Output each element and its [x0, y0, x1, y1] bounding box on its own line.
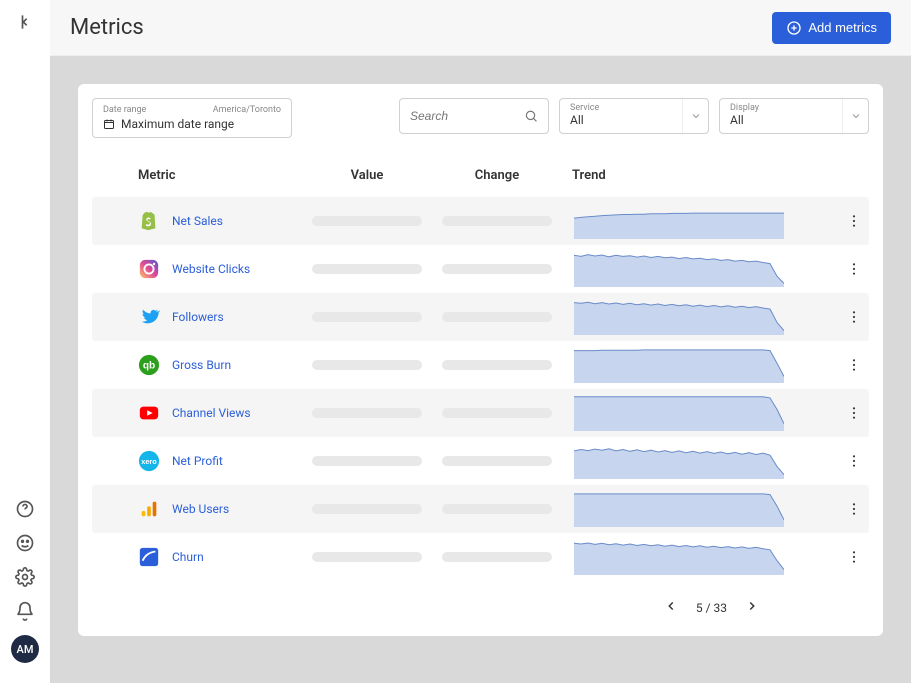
col-change: Change — [432, 168, 562, 183]
change-placeholder — [442, 408, 552, 418]
search-input[interactable] — [410, 109, 524, 123]
ga-icon — [138, 498, 160, 520]
change-placeholder — [442, 216, 552, 226]
metric-link[interactable]: Website Clicks — [172, 262, 250, 276]
change-placeholder — [442, 312, 552, 322]
page-title: Metrics — [70, 15, 144, 40]
value-placeholder — [312, 360, 422, 370]
avatar[interactable]: AM — [11, 635, 39, 663]
trend-sparkline — [574, 203, 784, 239]
row-actions-button[interactable] — [846, 453, 862, 469]
service-filter-value: All — [570, 113, 678, 127]
table-row: Channel Views — [92, 389, 869, 437]
instagram-icon — [138, 258, 160, 280]
collapse-icon[interactable] — [15, 12, 35, 32]
metric-link[interactable]: Followers — [172, 310, 224, 324]
prev-page-button[interactable] — [664, 599, 678, 616]
value-placeholder — [312, 312, 422, 322]
row-actions-button[interactable] — [846, 501, 862, 517]
metric-link[interactable]: Gross Burn — [172, 358, 231, 372]
table-row: Web Users — [92, 485, 869, 533]
date-range-label: Date range — [103, 105, 146, 115]
value-placeholder — [312, 216, 422, 226]
table-row: xero Net Profit — [92, 437, 869, 485]
date-range-value: Maximum date range — [121, 117, 234, 131]
change-placeholder — [442, 504, 552, 514]
display-filter-value: All — [730, 113, 838, 127]
row-actions-button[interactable] — [846, 357, 862, 373]
trend-sparkline — [574, 299, 784, 335]
search-box[interactable] — [399, 98, 549, 134]
change-placeholder — [442, 264, 552, 274]
trend-sparkline — [574, 347, 784, 383]
row-actions-button[interactable] — [846, 261, 862, 277]
chevron-down-icon — [682, 99, 708, 133]
value-placeholder — [312, 264, 422, 274]
xero-icon: xero — [138, 450, 160, 472]
metric-link[interactable]: Channel Views — [172, 406, 251, 420]
metrics-card: Date range America/Toronto Maximum date … — [78, 84, 883, 636]
value-placeholder — [312, 552, 422, 562]
shopify-icon — [138, 210, 160, 232]
date-range-timezone: America/Toronto — [213, 105, 281, 115]
churn-icon — [138, 546, 160, 568]
value-placeholder — [312, 456, 422, 466]
trend-sparkline — [574, 443, 784, 479]
page-indicator: 5 / 33 — [696, 601, 727, 615]
date-range-picker[interactable]: Date range America/Toronto Maximum date … — [92, 98, 292, 138]
metric-link[interactable]: Net Sales — [172, 214, 223, 228]
table-row: Website Clicks — [92, 245, 869, 293]
row-actions-button[interactable] — [846, 213, 862, 229]
row-actions-button[interactable] — [846, 549, 862, 565]
metric-link[interactable]: Churn — [172, 550, 204, 564]
side-rail: AM — [0, 0, 50, 683]
topbar: Metrics Add metrics — [50, 0, 911, 56]
trend-sparkline — [574, 491, 784, 527]
table-row: Churn — [92, 533, 869, 581]
table-row: Followers — [92, 293, 869, 341]
service-filter[interactable]: Service All — [559, 98, 709, 134]
table-row: Net Sales — [92, 197, 869, 245]
col-value: Value — [302, 168, 432, 183]
add-metrics-button[interactable]: Add metrics — [772, 12, 891, 44]
quickbooks-icon: qb — [138, 354, 160, 376]
help-icon[interactable] — [15, 499, 35, 519]
add-metrics-label: Add metrics — [808, 20, 877, 35]
table-row: qb Gross Burn — [92, 341, 869, 389]
metrics-table: Metric Value Change Trend Net Sales Websi… — [92, 156, 869, 581]
twitter-icon — [138, 306, 160, 328]
row-actions-button[interactable] — [846, 309, 862, 325]
youtube-icon — [138, 402, 160, 424]
change-placeholder — [442, 552, 552, 562]
chevron-down-icon — [842, 99, 868, 133]
service-filter-label: Service — [570, 103, 678, 113]
notifications-icon[interactable] — [15, 601, 35, 621]
trend-sparkline — [574, 539, 784, 575]
value-placeholder — [312, 408, 422, 418]
row-actions-button[interactable] — [846, 405, 862, 421]
metric-link[interactable]: Web Users — [172, 502, 229, 516]
pagination: 5 / 33 — [92, 581, 869, 622]
trend-sparkline — [574, 251, 784, 287]
col-trend: Trend — [562, 168, 622, 183]
svg-text:qb: qb — [143, 361, 155, 372]
next-page-button[interactable] — [745, 599, 759, 616]
display-filter-label: Display — [730, 103, 838, 113]
settings-icon[interactable] — [15, 567, 35, 587]
metric-link[interactable]: Net Profit — [172, 454, 223, 468]
change-placeholder — [442, 456, 552, 466]
plus-circle-icon — [786, 20, 802, 36]
col-metric: Metric — [92, 168, 302, 183]
theme-icon[interactable] — [15, 533, 35, 553]
change-placeholder — [442, 360, 552, 370]
svg-text:xero: xero — [141, 457, 157, 466]
value-placeholder — [312, 504, 422, 514]
table-header: Metric Value Change Trend — [92, 156, 869, 197]
trend-sparkline — [574, 395, 784, 431]
search-icon — [524, 108, 538, 124]
calendar-icon — [103, 118, 115, 130]
display-filter[interactable]: Display All — [719, 98, 869, 134]
